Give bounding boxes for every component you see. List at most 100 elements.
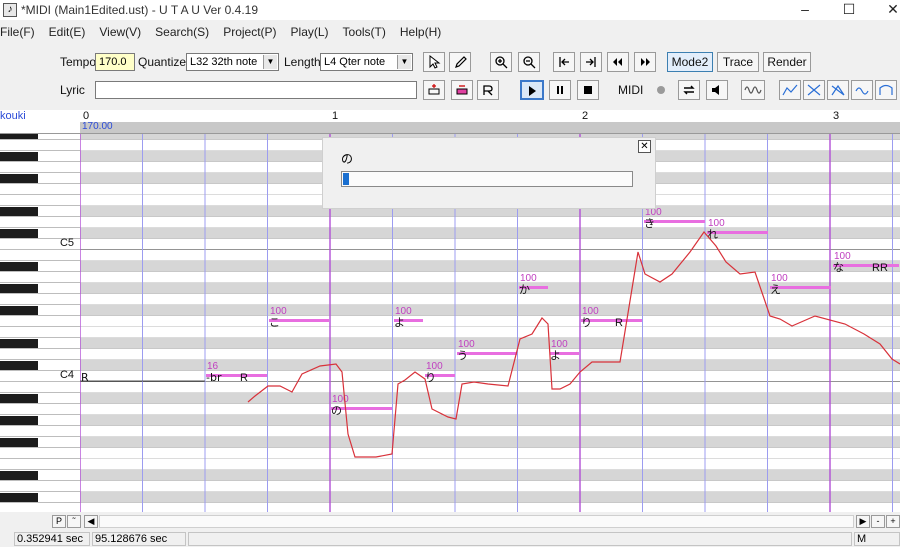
piano-key[interactable] <box>0 283 80 294</box>
bar-number-1: 1 <box>332 110 339 122</box>
piano-key[interactable] <box>0 382 80 393</box>
lyric-input[interactable] <box>95 81 417 99</box>
stop-button[interactable] <box>577 80 599 100</box>
pitch-tool-3-button[interactable] <box>827 80 849 100</box>
menu-project[interactable]: Project(P) <box>223 25 290 39</box>
c5-label: C5 <box>59 237 74 249</box>
skip-start-icon <box>559 57 569 67</box>
piano-key[interactable] <box>0 492 80 503</box>
piano-key[interactable] <box>0 393 80 404</box>
black-key <box>0 174 38 183</box>
close-icon[interactable]: ✕ <box>638 140 651 153</box>
piano-key[interactable] <box>0 437 80 448</box>
window-title: *MIDI (Main1Edited.ust) - U T A U Ver 0.… <box>21 3 258 17</box>
pitch-reset-button[interactable] <box>875 80 897 100</box>
trace-button[interactable]: Trace <box>717 52 759 72</box>
play-button[interactable] <box>520 80 544 100</box>
piano-key[interactable] <box>0 305 80 316</box>
zoom-out-button[interactable] <box>518 52 540 72</box>
piano-key[interactable] <box>0 338 80 349</box>
pitch-tool-4-button[interactable] <box>851 80 873 100</box>
piano-key[interactable] <box>0 217 80 228</box>
menu-play[interactable]: Play(L) <box>291 25 343 39</box>
menu-tools[interactable]: Tools(T) <box>343 25 400 39</box>
pencil-tool-button[interactable] <box>449 52 471 72</box>
piano-key[interactable] <box>0 261 80 272</box>
go-to-end-button[interactable] <box>580 52 602 72</box>
go-to-start-button[interactable] <box>553 52 575 72</box>
scroll-right-button[interactable]: ▶ <box>856 515 870 528</box>
insert-rest-button[interactable] <box>477 80 499 100</box>
menu-help[interactable]: Help(H) <box>400 25 450 39</box>
piano-key[interactable] <box>0 327 80 338</box>
singer-name: kouki <box>0 110 26 122</box>
piano-key[interactable] <box>0 184 80 195</box>
menu-view[interactable]: View(V) <box>99 25 155 39</box>
mute-button[interactable] <box>706 80 728 100</box>
scroll-track[interactable] <box>99 515 854 528</box>
tempo-strip <box>80 122 900 133</box>
piano-key[interactable] <box>0 272 80 283</box>
title-bar: ♪ *MIDI (Main1Edited.ust) - U T A U Ver … <box>0 0 900 20</box>
insert-note-button[interactable] <box>423 80 445 100</box>
vibrato-button[interactable] <box>741 80 765 100</box>
grid-row <box>80 448 900 459</box>
grid-row <box>80 327 900 338</box>
piano-key[interactable] <box>0 140 80 151</box>
menu-file[interactable]: File(F) <box>0 25 49 39</box>
menu-edit[interactable]: Edit(E) <box>49 25 100 39</box>
zoom-minus-button[interactable]: - <box>871 515 885 528</box>
delete-note-icon <box>456 85 468 95</box>
piano-key[interactable] <box>0 206 80 217</box>
prev-note-button[interactable] <box>607 52 629 72</box>
piano-key[interactable] <box>0 481 80 492</box>
next-note-button[interactable] <box>634 52 656 72</box>
zoom-plus-button[interactable]: + <box>886 515 900 528</box>
tempo-input[interactable]: 170.0 <box>95 53 135 71</box>
note-lyric: り <box>425 371 436 384</box>
piano-key[interactable] <box>0 316 80 327</box>
render-button[interactable]: Render <box>763 52 811 72</box>
black-key <box>0 306 38 315</box>
zoom-in-button[interactable] <box>490 52 512 72</box>
record-button[interactable] <box>650 80 672 100</box>
close-button[interactable]: ✕ <box>870 0 900 20</box>
piano-key[interactable] <box>0 250 80 261</box>
play-icon <box>529 86 536 96</box>
piano-key[interactable] <box>0 195 80 206</box>
note-lyric: き <box>644 217 655 230</box>
piano-key[interactable] <box>0 162 80 173</box>
pause-icon <box>557 86 563 94</box>
piano-key[interactable] <box>0 173 80 184</box>
piano-key[interactable] <box>0 448 80 459</box>
pause-button[interactable] <box>549 80 571 100</box>
piano-key[interactable] <box>0 349 80 360</box>
tempo-marker: 170.00 <box>82 121 113 132</box>
p-button[interactable]: P <box>52 515 66 528</box>
caret-button[interactable]: ˜ <box>67 515 81 528</box>
length-select[interactable]: L4 Qter note ▼ <box>320 53 413 71</box>
maximize-button[interactable]: ☐ <box>826 0 872 20</box>
piano-key[interactable] <box>0 151 80 162</box>
piano-key[interactable] <box>0 503 80 512</box>
pitch-tool-2-button[interactable] <box>803 80 825 100</box>
loop-button[interactable] <box>678 80 700 100</box>
note-lyric: よ <box>550 349 561 362</box>
piano-key[interactable] <box>0 294 80 305</box>
scroll-left-button[interactable]: ◀ <box>84 515 98 528</box>
time-ruler[interactable]: 170.00 0 1 2 3 <box>80 110 900 134</box>
piano-keyboard[interactable]: C5 C4 <box>0 134 80 512</box>
select-tool-button[interactable] <box>423 52 445 72</box>
piano-key[interactable] <box>0 415 80 426</box>
black-key <box>0 471 38 480</box>
piano-key[interactable] <box>0 459 80 470</box>
pitch-tool-1-button[interactable] <box>779 80 801 100</box>
quantize-select[interactable]: L32 32th note ▼ <box>186 53 279 71</box>
menu-search[interactable]: Search(S) <box>155 25 223 39</box>
piano-key[interactable] <box>0 426 80 437</box>
mode2-button[interactable]: Mode2 <box>667 52 713 72</box>
delete-note-button[interactable] <box>451 80 473 100</box>
minimize-button[interactable]: – <box>782 0 828 20</box>
piano-key[interactable] <box>0 404 80 415</box>
piano-key[interactable] <box>0 470 80 481</box>
